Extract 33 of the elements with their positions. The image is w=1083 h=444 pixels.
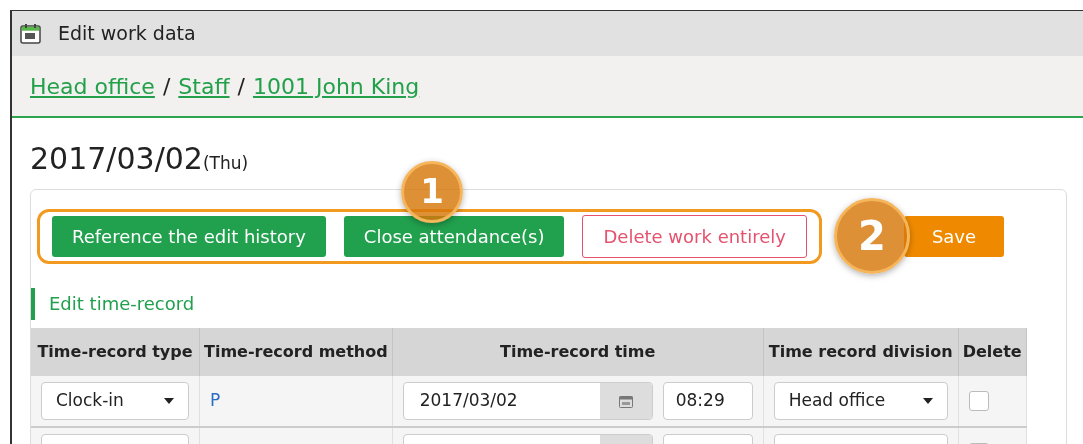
breadcrumb-separator: / xyxy=(162,72,171,101)
time-field[interactable]: 08:29 xyxy=(662,382,753,420)
type-select[interactable]: Clock-in xyxy=(41,382,189,420)
action-button[interactable]: Close attendance(s) xyxy=(343,215,565,257)
method-text: P xyxy=(210,390,221,411)
column-header: Time-record method xyxy=(199,328,393,376)
select-value: Head office xyxy=(788,389,886,413)
action-button[interactable]: Delete work entirely xyxy=(582,214,807,258)
caret-icon xyxy=(922,398,933,404)
column-header: Time-record type xyxy=(31,328,200,376)
date-value: 2017/03/02 xyxy=(418,389,519,413)
page-date: 2017/03/02 xyxy=(30,141,203,176)
weekday-label: (Thu) xyxy=(202,153,249,173)
column-header: Time record division xyxy=(763,328,959,376)
breadcrumb-separator: / xyxy=(237,72,245,101)
date-field[interactable]: 2017/03/02 xyxy=(402,382,653,420)
callout-badge: 1 xyxy=(401,160,464,223)
calendar-icon[interactable] xyxy=(618,394,633,408)
column-header: Time-record time xyxy=(392,328,764,376)
division-select[interactable]: Head office xyxy=(773,382,948,420)
caret-icon xyxy=(164,398,174,404)
delete-checkbox[interactable] xyxy=(968,391,989,411)
action-button[interactable]: Reference the edit history xyxy=(52,215,326,257)
action-button[interactable]: Save xyxy=(903,215,1005,257)
breadcrumb-link[interactable]: 1001 John King xyxy=(252,69,420,103)
calendar-icon xyxy=(20,22,42,45)
section-heading: Edit time-record xyxy=(31,288,1066,320)
column-header: Delete xyxy=(958,328,1027,376)
window-title: Edit work data xyxy=(58,21,196,47)
breadcrumb-link[interactable]: Head office xyxy=(30,69,155,103)
breadcrumb-link[interactable]: Staff xyxy=(178,69,230,103)
select-value: Clock-in xyxy=(56,389,124,413)
callout-badge: 2 xyxy=(833,198,910,274)
